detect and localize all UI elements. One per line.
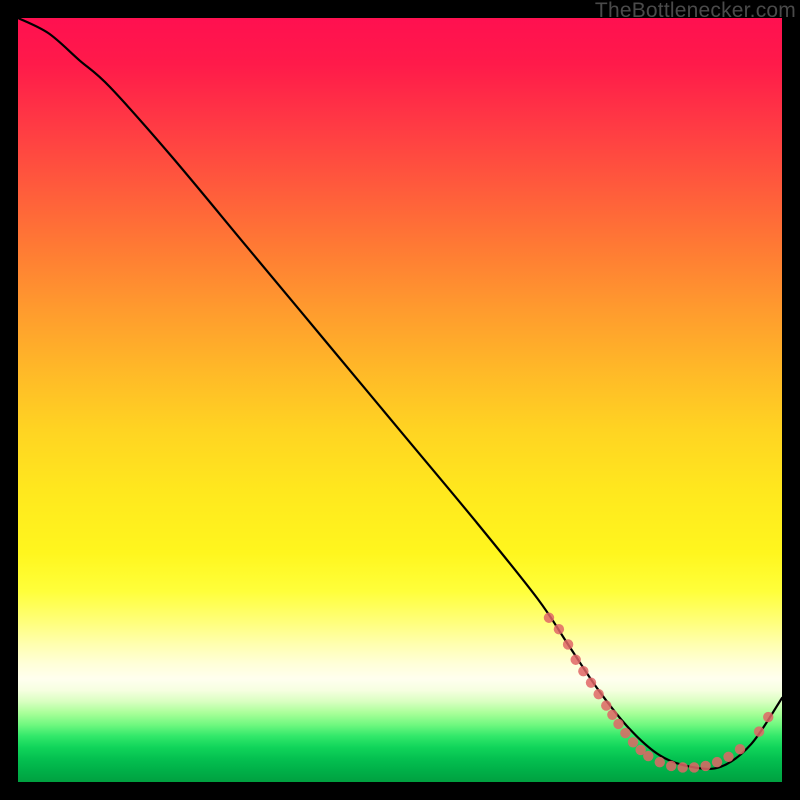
reference-point bbox=[666, 761, 676, 771]
reference-point bbox=[544, 613, 554, 623]
reference-point bbox=[554, 624, 564, 634]
reference-point bbox=[586, 677, 596, 687]
reference-point bbox=[628, 737, 638, 747]
reference-point bbox=[763, 712, 773, 722]
reference-point bbox=[689, 762, 699, 772]
reference-point bbox=[712, 757, 722, 767]
reference-point bbox=[613, 719, 623, 729]
reference-point bbox=[754, 726, 764, 736]
reference-point bbox=[620, 728, 630, 738]
reference-point bbox=[655, 757, 665, 767]
curve-layer bbox=[18, 18, 782, 782]
reference-point bbox=[578, 666, 588, 676]
reference-point bbox=[643, 751, 653, 761]
reference-point bbox=[677, 762, 687, 772]
watermark-text: TheBottlenecker.com bbox=[595, 0, 796, 23]
reference-point bbox=[735, 744, 745, 754]
reference-points bbox=[544, 613, 774, 773]
reference-point bbox=[593, 689, 603, 699]
reference-point bbox=[700, 761, 710, 771]
plot-area bbox=[18, 18, 782, 782]
bottleneck-curve bbox=[18, 18, 782, 769]
reference-point bbox=[563, 639, 573, 649]
reference-point bbox=[607, 710, 617, 720]
reference-point bbox=[601, 700, 611, 710]
reference-point bbox=[723, 752, 733, 762]
chart-frame: TheBottlenecker.com bbox=[0, 0, 800, 800]
reference-point bbox=[571, 655, 581, 665]
